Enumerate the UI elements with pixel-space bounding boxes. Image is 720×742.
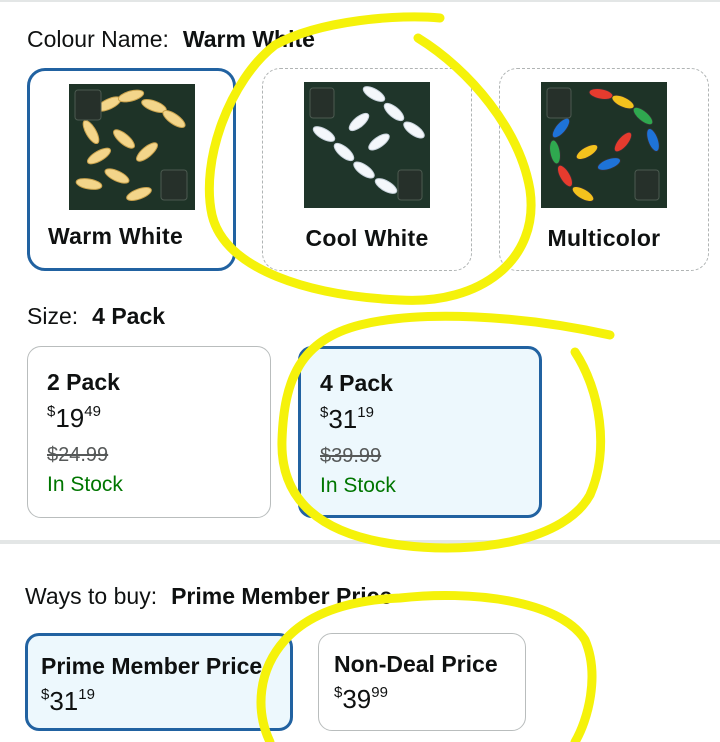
buy-option-title: Prime Member Price [41,653,263,679]
size-option-title: 4 Pack [320,370,393,396]
list-price: $39.99 [320,445,382,467]
availability: In Stock [47,473,123,496]
size-label: Size: 4 Pack [27,303,165,330]
swatch-label: Cool White [305,225,429,251]
size-selected-value: 4 Pack [92,303,166,329]
size-option-price: $3119 [320,404,374,435]
size-option-4-pack[interactable]: 4 Pack $3119 $39.99 In Stock [298,346,542,518]
warm-white-image [68,84,195,210]
price-whole: 31 [49,686,79,716]
size-label-text: Size: [27,303,79,329]
swatch-cool-white[interactable]: Cool White [262,68,472,271]
price-whole: 39 [342,684,372,714]
swatch-multicolor[interactable]: Multicolor [499,68,709,271]
colour-selected-value: Warm White [182,26,315,52]
price-fraction: 49 [84,403,101,420]
availability: In Stock [320,474,396,497]
buy-option-price: $3119 [41,686,95,717]
ways-to-buy-label: Ways to buy: Prime Member Price [25,583,392,610]
list-price: $24.99 [47,444,109,466]
buy-option-non-deal-price[interactable]: Non-Deal Price $3999 [318,633,526,731]
swatch-warm-white[interactable]: Warm White [27,68,236,271]
buy-option-title: Non-Deal Price [334,651,498,677]
size-option-title: 2 Pack [47,369,120,395]
price-whole: 31 [328,404,358,434]
price-fraction: 99 [371,684,388,701]
price-fraction: 19 [78,686,95,703]
ways-selected-value: Prime Member Price [171,583,393,609]
size-option-2-pack[interactable]: 2 Pack $1949 $24.99 In Stock [27,346,271,518]
colour-name-label: Colour Name: Warm White [27,26,315,53]
buy-option-price: $3999 [334,684,388,715]
colour-label-text: Colour Name: [27,26,169,52]
swatch-label: Multicolor [547,225,661,251]
multicolor-image [541,82,667,208]
top-divider [0,0,720,2]
cool-white-image [304,82,430,208]
buy-option-prime-member-price[interactable]: Prime Member Price $3119 [25,633,293,731]
section-divider [0,540,720,544]
swatch-label: Warm White [48,223,184,249]
price-fraction: 19 [357,404,374,421]
price-whole: 19 [55,403,85,433]
ways-label-text: Ways to buy: [25,583,158,609]
size-option-price: $1949 [47,403,101,434]
